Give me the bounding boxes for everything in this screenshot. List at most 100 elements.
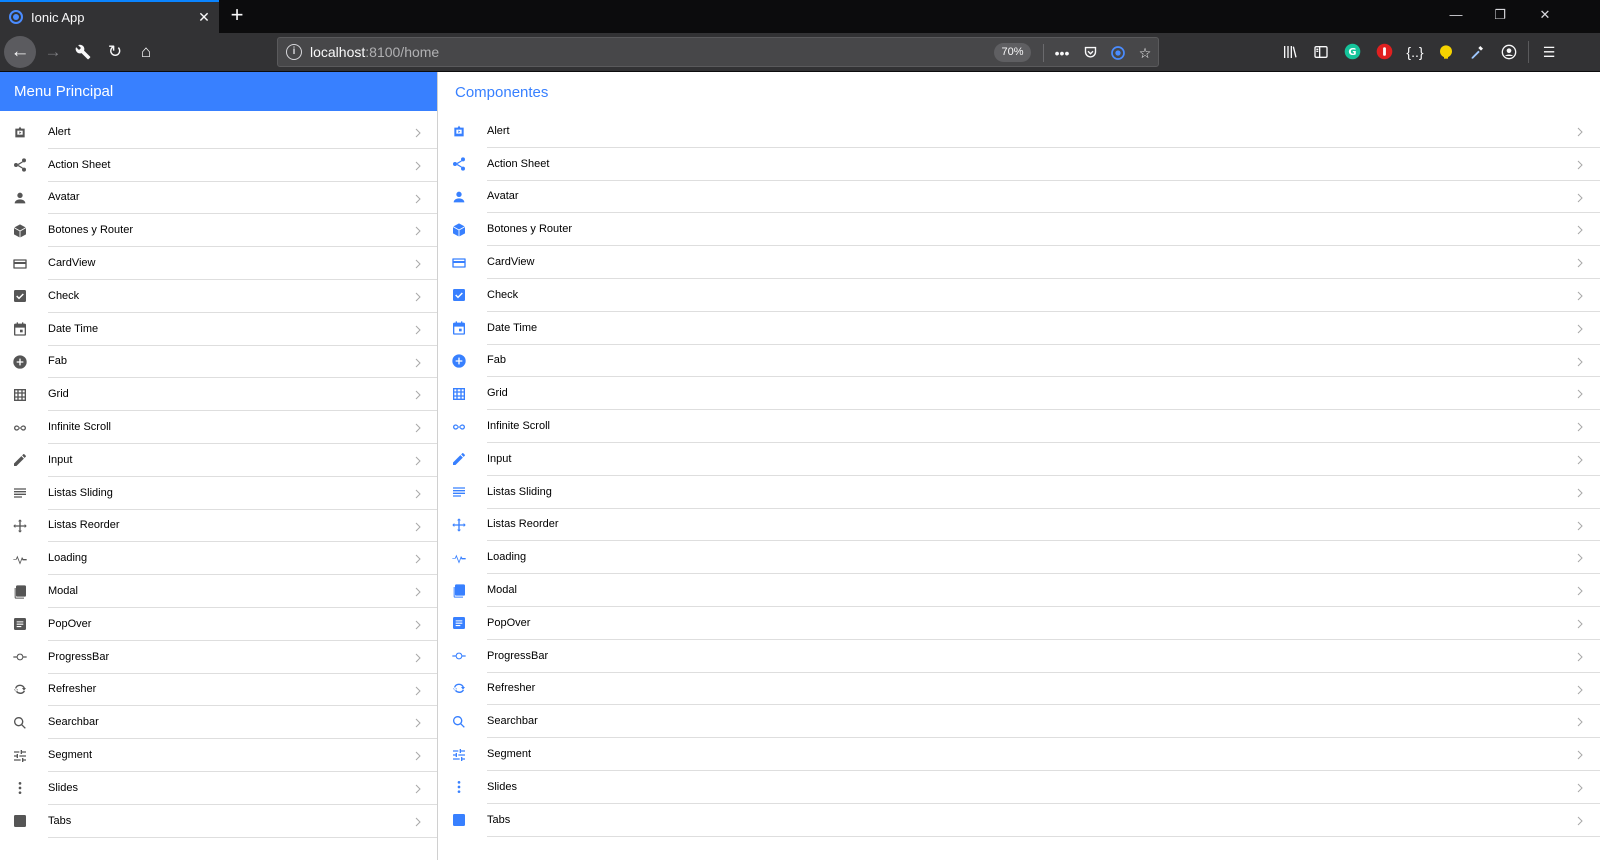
color-picker-icon[interactable] (1466, 41, 1488, 63)
pulse-icon (11, 550, 29, 568)
menu-item-botones-y-router[interactable]: Botones y Router (0, 214, 437, 248)
square-icon (11, 812, 29, 830)
component-item-listas-sliding[interactable]: Listas Sliding (439, 476, 1600, 509)
back-button[interactable]: ← (4, 36, 36, 68)
chevron-right-icon (1574, 191, 1586, 203)
document-icon (450, 614, 468, 632)
component-item-label: Segment (487, 748, 532, 761)
component-item-body: Fab (487, 345, 1600, 378)
menu-item-progressbar[interactable]: ProgressBar (0, 641, 437, 674)
more-actions-icon[interactable]: ••• (1050, 41, 1074, 65)
menu-item-slides[interactable]: Slides (0, 772, 437, 805)
browser-tab[interactable]: Ionic App ✕ (0, 0, 219, 33)
chevron-right-icon (412, 749, 424, 761)
grammarly-icon[interactable]: G (1341, 41, 1363, 63)
menu-item-label: Modal (48, 585, 78, 598)
forward-button[interactable]: → (38, 37, 68, 67)
menu-item-listas-reorder[interactable]: Listas Reorder (0, 510, 437, 543)
component-item-input[interactable]: Input (439, 443, 1600, 476)
component-item-action-sheet[interactable]: Action Sheet (439, 148, 1600, 181)
menu-item-check[interactable]: Check (0, 280, 437, 313)
menu-item-infinite-scroll[interactable]: Infinite Scroll (0, 411, 437, 444)
close-tab-icon[interactable]: ✕ (195, 8, 213, 26)
component-item-listas-reorder[interactable]: Listas Reorder (439, 509, 1600, 542)
add-circle-icon (11, 353, 29, 371)
component-item-body: Infinite Scroll (487, 410, 1600, 443)
menu-item-fab[interactable]: Fab (0, 346, 437, 379)
wrench-icon[interactable] (68, 37, 98, 67)
menu-item-popover[interactable]: PopOver (0, 608, 437, 641)
component-item-tabs[interactable]: Tabs (439, 804, 1600, 837)
menu-item-refresher[interactable]: Refresher (0, 674, 437, 707)
chevron-right-icon (412, 126, 424, 138)
menu-item-listas-sliding[interactable]: Listas Sliding (0, 477, 437, 510)
home-icon[interactable]: ⌂ (131, 37, 161, 67)
menu-item-loading[interactable]: Loading (0, 542, 437, 576)
component-item-infinite-scroll[interactable]: Infinite Scroll (439, 410, 1600, 443)
menu-item-date-time[interactable]: Date Time (0, 313, 437, 346)
chevron-right-icon (1574, 322, 1586, 334)
menu-item-segment[interactable]: Segment (0, 739, 437, 772)
minimize-window-icon[interactable]: — (1446, 5, 1466, 25)
component-item-botones-y-router[interactable]: Botones y Router (439, 213, 1600, 247)
restore-window-icon[interactable]: ❐ (1490, 5, 1510, 25)
url-text[interactable]: localhost:8100/home (310, 44, 439, 60)
component-item-alert[interactable]: Alert (439, 115, 1600, 148)
menu-item-alert[interactable]: Alert (0, 116, 437, 149)
component-item-date-time[interactable]: Date Time (439, 312, 1600, 345)
american-football-icon (450, 122, 468, 140)
menu-item-action-sheet[interactable]: Action Sheet (0, 149, 437, 182)
lightbulb-extension-icon[interactable] (1435, 41, 1457, 63)
component-item-label: Fab (487, 354, 506, 367)
component-item-segment[interactable]: Segment (439, 738, 1600, 771)
site-info-icon[interactable]: i (286, 44, 302, 60)
component-item-searchbar[interactable]: Searchbar (439, 705, 1600, 739)
component-item-refresher[interactable]: Refresher (439, 673, 1600, 706)
component-item-cardview[interactable]: CardView (439, 246, 1600, 279)
component-item-fab[interactable]: Fab (439, 345, 1600, 378)
person-icon (450, 188, 468, 206)
refresh-icon (11, 681, 29, 699)
menu-item-input[interactable]: Input (0, 444, 437, 477)
menu-item-tabs[interactable]: Tabs (0, 805, 437, 838)
sidebar-toggle-icon[interactable] (1310, 41, 1332, 63)
menu-item-body: Loading (48, 542, 437, 576)
menu-item-searchbar[interactable]: Searchbar (0, 706, 437, 740)
json-viewer-icon[interactable]: {..} (1404, 41, 1426, 63)
zoom-level-badge[interactable]: 70% (994, 43, 1031, 62)
menu-item-avatar[interactable]: Avatar (0, 182, 437, 215)
menu-item-body: Input (48, 444, 437, 477)
cube-icon (11, 222, 29, 240)
component-item-check[interactable]: Check (439, 279, 1600, 312)
close-window-icon[interactable]: ✕ (1535, 5, 1555, 25)
address-bar[interactable]: i localhost:8100/home 70% ••• ☆ (277, 37, 1159, 67)
pocket-icon[interactable] (1078, 41, 1102, 65)
component-item-body: CardView (487, 246, 1600, 279)
component-item-body: Avatar (487, 181, 1600, 214)
hamburger-menu-icon[interactable]: ☰ (1538, 41, 1560, 63)
bookmark-star-icon[interactable]: ☆ (1133, 41, 1157, 65)
chevron-right-icon (412, 290, 424, 302)
menu-item-body: PopOver (48, 608, 437, 641)
component-item-body: ProgressBar (487, 640, 1600, 673)
copy-icon (450, 582, 468, 600)
component-item-popover[interactable]: PopOver (439, 607, 1600, 640)
component-item-avatar[interactable]: Avatar (439, 181, 1600, 214)
reload-icon[interactable]: ↻ (100, 37, 130, 67)
library-icon[interactable] (1279, 41, 1301, 63)
component-item-body: Listas Sliding (487, 476, 1600, 509)
chevron-right-icon (412, 257, 424, 269)
menu-item-grid[interactable]: Grid (0, 378, 437, 412)
component-item-grid[interactable]: Grid (439, 377, 1600, 411)
component-item-progressbar[interactable]: ProgressBar (439, 640, 1600, 673)
extension-target-icon[interactable] (1106, 41, 1130, 65)
menu-item-body: Listas Sliding (48, 477, 437, 510)
component-item-loading[interactable]: Loading (439, 541, 1600, 575)
adblock-icon[interactable] (1373, 41, 1395, 63)
menu-item-modal[interactable]: Modal (0, 575, 437, 608)
menu-item-cardview[interactable]: CardView (0, 247, 437, 280)
component-item-modal[interactable]: Modal (439, 574, 1600, 607)
new-tab-button[interactable]: + (226, 4, 248, 28)
component-item-slides[interactable]: Slides (439, 771, 1600, 804)
account-icon[interactable] (1498, 41, 1520, 63)
